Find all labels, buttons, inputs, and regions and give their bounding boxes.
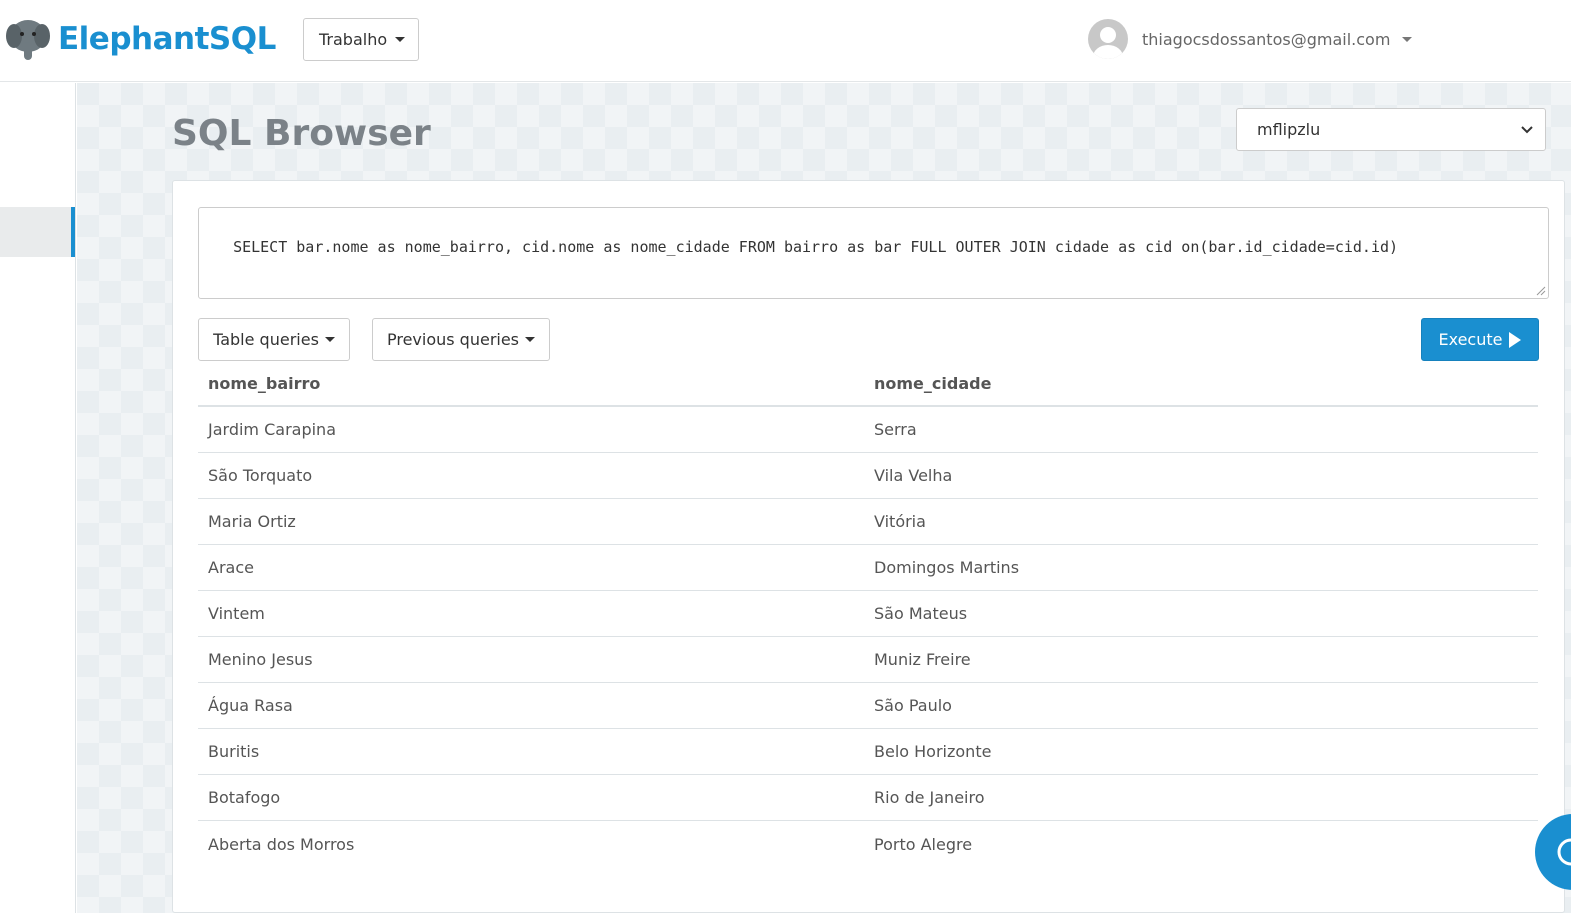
table-row: Água Rasa São Paulo — [198, 683, 1538, 729]
results-table: nome_bairro nome_cidade Jardim Carapina … — [198, 361, 1538, 867]
previous-queries-button[interactable]: Previous queries — [372, 318, 550, 361]
table-cell: São Paulo — [874, 696, 952, 715]
user-menu[interactable]: thiagocsdossantos@gmail.com — [1088, 19, 1413, 59]
table-cell: Menino Jesus — [208, 650, 313, 669]
chevron-down-icon — [1521, 125, 1533, 133]
table-cell: Jardim Carapina — [208, 420, 336, 439]
execute-button[interactable]: Execute — [1421, 318, 1539, 361]
resize-handle-icon[interactable] — [1536, 286, 1546, 296]
table-cell: Serra — [874, 420, 917, 439]
sidebar-item-active[interactable] — [0, 207, 75, 257]
table-row: Botafogo Rio de Janeiro — [198, 775, 1538, 821]
caret-down-icon — [324, 337, 335, 342]
column-header: nome_bairro — [208, 373, 321, 393]
table-row: Menino Jesus Muniz Freire — [198, 637, 1538, 683]
table-row: Aberta dos Morros Porto Alegre — [198, 821, 1538, 867]
query-textarea[interactable]: SELECT bar.nome as nome_bairro, cid.nome… — [198, 207, 1549, 299]
table-cell: Água Rasa — [208, 696, 293, 715]
table-cell: Vintem — [208, 604, 265, 623]
table-cell: Porto Alegre — [874, 834, 973, 854]
table-cell: Buritis — [208, 742, 260, 761]
page-title: SQL Browser — [172, 113, 431, 154]
previous-queries-label: Previous queries — [386, 330, 520, 349]
brand-name: ElephantSQL — [58, 21, 276, 57]
query-text: SELECT bar.nome as nome_bairro, cid.nome… — [233, 238, 1399, 256]
table-queries-button[interactable]: Table queries — [198, 318, 350, 361]
sidebar — [0, 83, 76, 913]
execute-label: Execute — [1438, 330, 1503, 349]
table-cell: Botafogo — [208, 788, 281, 807]
results-header: nome_bairro nome_cidade — [198, 361, 1538, 407]
elephant-icon — [6, 20, 50, 60]
table-cell: Vitória — [874, 512, 926, 531]
play-icon — [1509, 331, 1522, 348]
table-row: Maria Ortiz Vitória — [198, 499, 1538, 545]
top-navbar: ElephantSQL Trabalho thiagocsdossantos@g… — [0, 0, 1571, 82]
table-cell: Maria Ortiz — [208, 512, 296, 531]
avatar — [1088, 19, 1128, 59]
caret-down-icon — [525, 337, 536, 342]
user-silhouette-icon — [1093, 27, 1123, 59]
table-cell: Aberta dos Morros — [208, 834, 355, 854]
user-email: thiagocsdossantos@gmail.com — [1142, 29, 1391, 49]
table-row: Vintem São Mateus — [198, 591, 1538, 637]
table-row: Buritis Belo Horizonte — [198, 729, 1538, 775]
table-row: São Torquato Vila Velha — [198, 453, 1538, 499]
team-label: Trabalho — [319, 30, 388, 49]
column-header: nome_cidade — [874, 373, 992, 393]
table-cell: Rio de Janeiro — [874, 788, 985, 807]
table-cell: Vila Velha — [874, 466, 953, 485]
table-cell: Muniz Freire — [874, 650, 971, 669]
table-cell: São Mateus — [874, 604, 968, 623]
table-queries-label: Table queries — [213, 330, 319, 349]
table-cell: Belo Horizonte — [874, 742, 992, 761]
caret-down-icon — [1402, 36, 1413, 42]
table-cell: São Torquato — [208, 466, 313, 485]
brand-logo[interactable]: ElephantSQL — [6, 16, 276, 62]
table-row: Arace Domingos Martins — [198, 545, 1538, 591]
caret-down-icon — [395, 37, 406, 42]
table-cell: Arace — [208, 558, 254, 577]
database-select[interactable]: mflipzlu — [1236, 108, 1546, 151]
team-dropdown[interactable]: Trabalho — [303, 18, 419, 61]
table-row: Jardim Carapina Serra — [198, 407, 1538, 453]
database-selected-value: mflipzlu — [1257, 120, 1321, 139]
table-cell: Domingos Martins — [874, 558, 1020, 577]
